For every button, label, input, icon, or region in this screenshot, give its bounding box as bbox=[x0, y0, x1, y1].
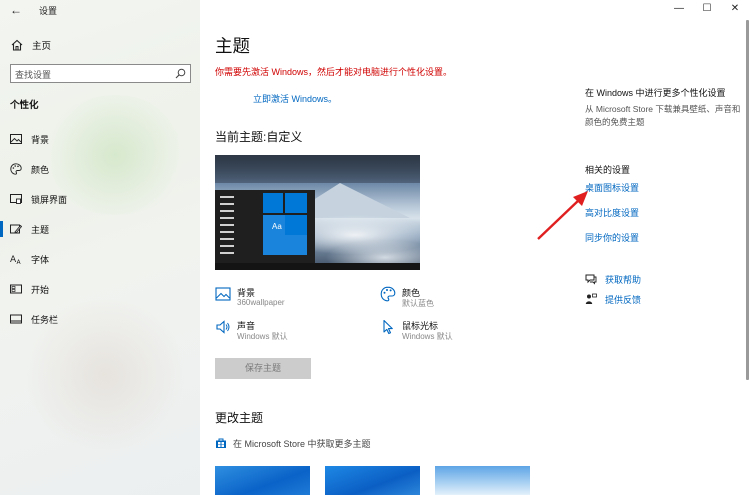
activate-windows-link[interactable]: 立即激活 Windows。 bbox=[253, 92, 337, 105]
help-chat-icon bbox=[585, 274, 597, 285]
theme-thumbnail[interactable] bbox=[325, 466, 420, 495]
sidebar-item-label: 字体 bbox=[31, 255, 50, 265]
minimize-button[interactable]: — bbox=[664, 0, 694, 18]
search-box[interactable] bbox=[10, 64, 191, 84]
sidebar-item-background[interactable]: 背景 bbox=[0, 129, 200, 149]
property-value: Windows 默认 bbox=[402, 332, 453, 341]
home-label: 主页 bbox=[32, 41, 52, 52]
speaker-icon bbox=[216, 320, 230, 334]
sidebar-item-label: 锁屏界面 bbox=[31, 195, 68, 205]
start-icon bbox=[10, 284, 22, 294]
home-nav-item[interactable]: 主页 bbox=[10, 37, 51, 53]
sidebar-item-fonts[interactable]: A A 字体 bbox=[0, 249, 200, 269]
palette-icon bbox=[380, 286, 396, 302]
sidebar-item-colors[interactable]: 颜色 bbox=[0, 159, 200, 179]
activation-warning: 你需要先激活 Windows，然后才能对电脑进行个性化设置。 bbox=[215, 67, 453, 77]
more-personalization-desc: 从 Microsoft Store 下载兼具壁纸、声音和颜色的免费主题 bbox=[585, 104, 741, 127]
property-value: 默认蓝色 bbox=[402, 299, 434, 308]
preview-start-menu bbox=[215, 190, 315, 270]
theme-preview: Aa bbox=[215, 155, 420, 270]
sidebar: ← 设置 主页 个性化 背景 颜色 锁屏界面 bbox=[0, 0, 200, 495]
image-icon bbox=[215, 287, 231, 301]
change-theme-heading: 更改主题 bbox=[215, 411, 264, 425]
maximize-button[interactable]: ☐ bbox=[692, 0, 722, 18]
back-arrow-icon[interactable]: ← bbox=[8, 2, 24, 18]
close-button[interactable]: ✕ bbox=[720, 0, 750, 18]
property-value: Windows 默认 bbox=[237, 332, 288, 341]
main-content: — ☐ ✕ 主题 你需要先激活 Windows，然后才能对电脑进行个性化设置。 … bbox=[200, 0, 750, 495]
sidebar-item-label: 开始 bbox=[31, 285, 50, 295]
sidebar-item-label: 背景 bbox=[31, 135, 50, 145]
search-icon[interactable] bbox=[175, 68, 186, 79]
more-personalization-heading: 在 Windows 中进行更多个性化设置 bbox=[585, 88, 726, 98]
scrollbar[interactable] bbox=[746, 20, 749, 380]
sidebar-item-label: 颜色 bbox=[31, 165, 50, 175]
cursor-icon bbox=[383, 319, 393, 335]
related-settings-heading: 相关的设置 bbox=[585, 165, 631, 175]
theme-brush-icon bbox=[10, 224, 22, 234]
store-link-label: 在 Microsoft Store 中获取更多主题 bbox=[233, 439, 371, 449]
lock-screen-icon bbox=[10, 194, 22, 204]
help-label: 获取帮助 bbox=[605, 275, 642, 285]
preview-tile-label: Aa bbox=[272, 222, 282, 231]
home-icon bbox=[11, 39, 23, 51]
selection-indicator bbox=[0, 221, 3, 237]
store-bag-icon bbox=[216, 438, 226, 448]
section-heading: 个性化 bbox=[10, 100, 39, 111]
annotation-arrow bbox=[537, 191, 588, 240]
search-input[interactable] bbox=[11, 66, 171, 84]
taskbar-icon bbox=[10, 314, 22, 324]
sidebar-item-taskbar[interactable]: 任务栏 bbox=[0, 309, 200, 329]
sidebar-item-lock-screen[interactable]: 锁屏界面 bbox=[0, 189, 200, 209]
sidebar-item-label: 主题 bbox=[31, 225, 50, 235]
sidebar-item-themes[interactable]: 主题 bbox=[0, 219, 200, 239]
theme-thumbnail[interactable] bbox=[435, 466, 530, 495]
current-theme-heading: 当前主题:自定义 bbox=[215, 130, 303, 144]
svg-text:A: A bbox=[17, 259, 22, 265]
feedback-label: 提供反馈 bbox=[605, 295, 642, 305]
image-icon bbox=[10, 134, 22, 144]
font-icon: A A bbox=[10, 255, 22, 265]
sidebar-item-label: 任务栏 bbox=[31, 315, 59, 325]
palette-icon bbox=[10, 163, 22, 175]
property-value: 360wallpaper bbox=[237, 298, 285, 307]
page-title: 主题 bbox=[215, 36, 250, 56]
save-theme-button[interactable]: 保存主题 bbox=[215, 358, 311, 379]
feedback-person-icon bbox=[585, 293, 597, 304]
app-title: 设置 bbox=[39, 6, 58, 16]
sidebar-item-start[interactable]: 开始 bbox=[0, 279, 200, 299]
theme-thumbnail[interactable] bbox=[215, 466, 310, 495]
